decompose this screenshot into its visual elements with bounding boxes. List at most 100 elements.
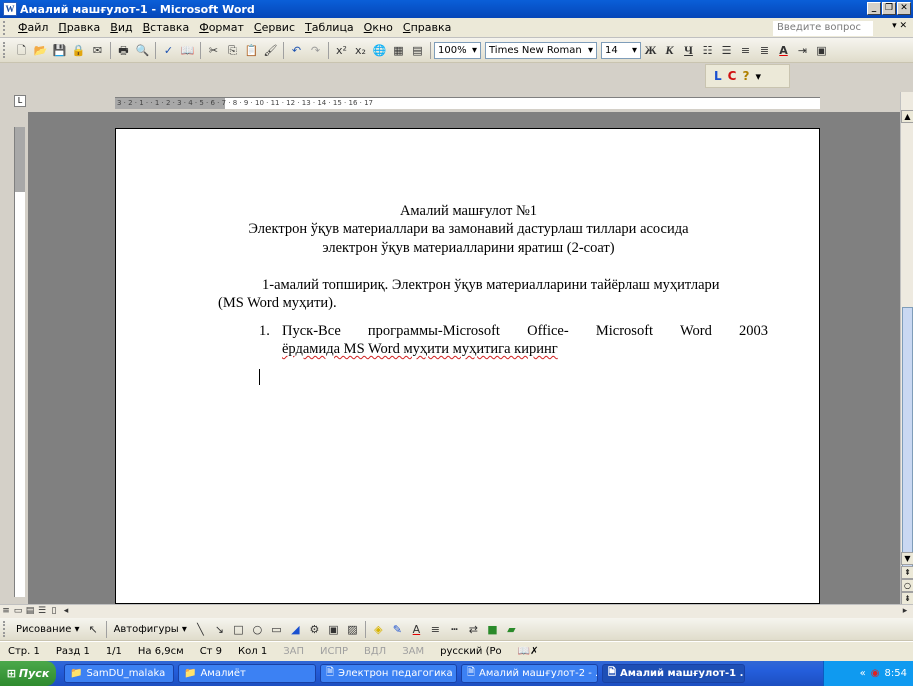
- status-overtype[interactable]: ЗАМ: [394, 646, 432, 657]
- print-layout-icon[interactable]: ▤: [24, 606, 36, 617]
- document-page[interactable]: Амалий машғулот №1 Электрон ўқув материа…: [115, 128, 820, 604]
- task-amaliy-1[interactable]: 🗎 Амалий машғулот-1 ...: [602, 664, 745, 683]
- menu-view[interactable]: Вид: [105, 21, 137, 34]
- menu-table[interactable]: Таблица: [300, 21, 359, 34]
- menu-insert[interactable]: Вставка: [138, 21, 195, 34]
- word-icon[interactable]: W: [3, 2, 17, 16]
- open-icon[interactable]: 📂: [32, 42, 49, 59]
- print-icon[interactable]: 🖶: [115, 42, 132, 59]
- task-elektron-pedagogika[interactable]: 🗎 Электрон педагогика ...: [320, 664, 457, 683]
- shadow-icon[interactable]: ■: [484, 621, 501, 638]
- tray-expand-icon[interactable]: «: [860, 668, 866, 679]
- paste-icon[interactable]: 📋: [243, 42, 260, 59]
- font-size-select[interactable]: 14 ▾: [601, 41, 641, 59]
- bullets-icon[interactable]: ☰: [718, 42, 735, 59]
- line-icon[interactable]: ╲: [192, 621, 209, 638]
- email-icon[interactable]: ✉: [89, 42, 106, 59]
- status-track[interactable]: ИСПР: [312, 646, 356, 657]
- scroll-up-icon[interactable]: ▲: [901, 110, 913, 123]
- oval-icon[interactable]: ○: [249, 621, 266, 638]
- picture-icon[interactable]: ▨: [344, 621, 361, 638]
- l-button[interactable]: L: [714, 69, 722, 83]
- menu-file[interactable]: Файл: [13, 21, 53, 34]
- format-painter-icon[interactable]: 🖌: [262, 42, 279, 59]
- close-doc-icon[interactable]: ▾ ✕: [892, 21, 907, 31]
- scroll-right-icon[interactable]: ▸: [899, 606, 911, 617]
- vertical-ruler[interactable]: [14, 127, 25, 597]
- autoshapes-button[interactable]: Автофигуры ▾: [110, 624, 191, 635]
- line-color-icon[interactable]: ✎: [389, 621, 406, 638]
- select-objects-icon[interactable]: ↖: [85, 621, 102, 638]
- horizontal-ruler[interactable]: 3 · 2 · 1 · · 1 · 2 · 3 · 4 · 5 · 6 · 7 …: [115, 97, 820, 109]
- start-button[interactable]: ⊞ Пуск: [0, 661, 56, 686]
- bold-button[interactable]: Ж: [642, 42, 659, 59]
- tab-selector-icon[interactable]: L: [14, 95, 26, 107]
- outline-view-icon[interactable]: ☰: [36, 606, 48, 617]
- align-center-icon[interactable]: ≣: [756, 42, 773, 59]
- italic-button[interactable]: К: [661, 42, 678, 59]
- fill-color-icon[interactable]: ◈: [370, 621, 387, 638]
- status-extend[interactable]: ВДЛ: [356, 646, 394, 657]
- normal-view-icon[interactable]: ≡: [0, 606, 12, 617]
- restore-button[interactable]: ❐: [882, 2, 896, 15]
- indent-icon[interactable]: ⇥: [794, 42, 811, 59]
- hyperlink-icon[interactable]: 🌐: [371, 42, 388, 59]
- toolbar-grip[interactable]: [3, 42, 9, 58]
- copy-icon[interactable]: ⎘: [224, 42, 241, 59]
- menu-edit[interactable]: Правка: [53, 21, 105, 34]
- font-color-icon[interactable]: A: [408, 621, 425, 638]
- task-amaliyot[interactable]: 📁 Амалиёт: [178, 664, 316, 683]
- spelling-icon[interactable]: ✓: [160, 42, 177, 59]
- toolbar-grip[interactable]: [3, 20, 9, 35]
- 3d-icon[interactable]: ▰: [503, 621, 520, 638]
- highlight-icon[interactable]: ▣: [813, 42, 830, 59]
- clipart-icon[interactable]: ▣: [325, 621, 342, 638]
- toolbar-options-icon[interactable]: ▾: [755, 70, 761, 83]
- antivirus-icon[interactable]: ◉: [871, 668, 880, 679]
- web-view-icon[interactable]: ▭: [12, 606, 24, 617]
- vertical-scrollbar[interactable]: ▲ ▼ ⇞ ○ ⇟: [900, 92, 913, 605]
- horizontal-scrollbar[interactable]: ≡ ▭ ▤ ☰ ▯ ◂ ▸: [0, 604, 913, 618]
- numbering-icon[interactable]: ☷: [699, 42, 716, 59]
- line-style-icon[interactable]: ≡: [427, 621, 444, 638]
- permission-icon[interactable]: 🔒: [70, 42, 87, 59]
- ask-question-input[interactable]: Введите вопрос: [773, 21, 873, 36]
- research-icon[interactable]: 📖: [179, 42, 196, 59]
- arrow-style-icon[interactable]: ⇄: [465, 621, 482, 638]
- prev-page-icon[interactable]: ⇞: [901, 566, 913, 579]
- undo-icon[interactable]: ↶: [288, 42, 305, 59]
- menu-window[interactable]: Окно: [359, 21, 398, 34]
- diagram-icon[interactable]: ⚙: [306, 621, 323, 638]
- help-button[interactable]: ?: [742, 69, 749, 83]
- minimize-button[interactable]: _: [867, 2, 881, 15]
- menu-tools[interactable]: Сервис: [249, 21, 300, 34]
- close-button[interactable]: ✕: [897, 2, 911, 15]
- superscript-icon[interactable]: x²: [333, 42, 350, 59]
- draw-menu-button[interactable]: Рисование ▾: [12, 624, 84, 635]
- textbox-icon[interactable]: ▭: [268, 621, 285, 638]
- browse-object-icon[interactable]: ○: [901, 579, 913, 592]
- wordart-icon[interactable]: ◢: [287, 621, 304, 638]
- scroll-left-icon[interactable]: ◂: [60, 606, 72, 617]
- redo-icon[interactable]: ↷: [307, 42, 324, 59]
- dash-style-icon[interactable]: ┅: [446, 621, 463, 638]
- status-rec[interactable]: ЗАП: [275, 646, 312, 657]
- toolbar-grip[interactable]: [3, 621, 9, 637]
- task-amaliy-2[interactable]: 🗎 Амалий машғулот-2 - ...: [461, 664, 598, 683]
- menu-help[interactable]: Справка: [398, 21, 456, 34]
- c-button[interactable]: C: [728, 69, 737, 83]
- arrow-icon[interactable]: ↘: [211, 621, 228, 638]
- save-icon[interactable]: 💾: [51, 42, 68, 59]
- print-preview-icon[interactable]: 🔍: [134, 42, 151, 59]
- tables-borders-icon[interactable]: ▦: [390, 42, 407, 59]
- spelling-status-icon[interactable]: 📖✗: [510, 646, 547, 657]
- insert-table-icon[interactable]: ▤: [409, 42, 426, 59]
- align-justify-icon[interactable]: ≡: [737, 42, 754, 59]
- font-select[interactable]: Times New Roman ▾: [485, 41, 597, 59]
- subscript-icon[interactable]: x₂: [352, 42, 369, 59]
- rectangle-icon[interactable]: □: [230, 621, 247, 638]
- new-icon[interactable]: 🗋: [13, 42, 30, 59]
- menu-format[interactable]: Формат: [194, 21, 249, 34]
- cut-icon[interactable]: ✂: [205, 42, 222, 59]
- underline-button[interactable]: Ч: [680, 42, 697, 59]
